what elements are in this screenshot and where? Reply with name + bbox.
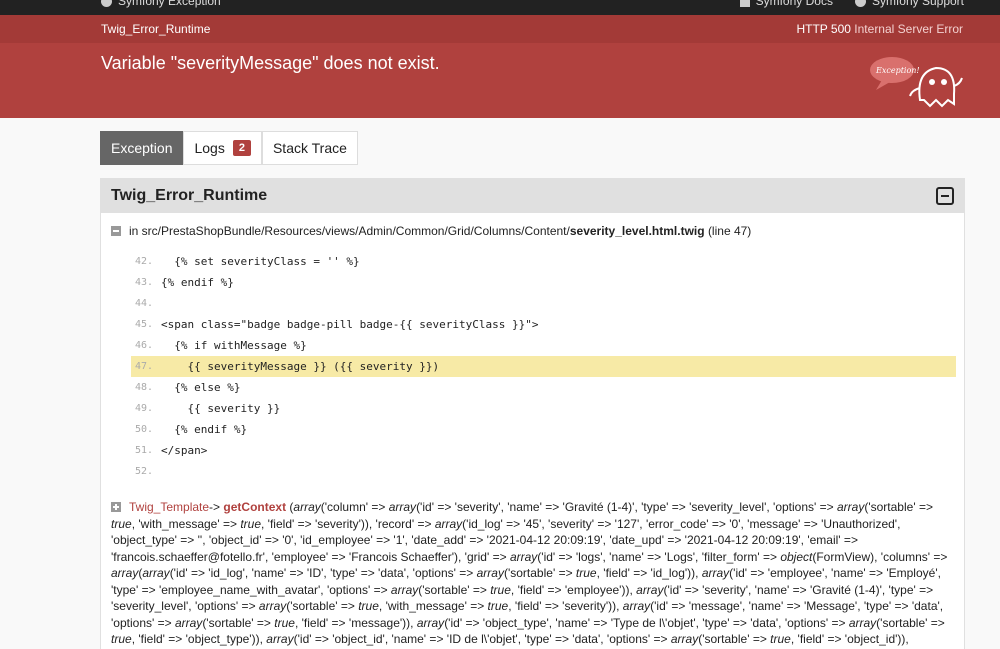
code-line: 43. {% endif %} [131,272,956,293]
code-line: 49. {{ severity }} [131,398,956,419]
trace-file: severity_level.html.twig [569,224,705,238]
support-link[interactable]: Symfony Support [854,0,964,8]
line-text: {{ severity }} [161,402,281,415]
code-line: 42. {% set severityClass = '' %} [131,251,956,272]
docs-link[interactable]: Symfony Docs [739,0,833,8]
line-number: 52. [134,466,153,477]
code-line: 44. [131,293,956,314]
code-excerpt: 42. {% set severityClass = '' %} 43. {% en… [131,251,956,482]
exception-panel: Twig_Error_Runtime in src/PrestaShopBund… [100,178,965,649]
svg-text:Exception!: Exception! [875,66,920,75]
code-line: 46. {% if withMessage %} [131,335,956,356]
exception-message: Variable "severityMessage" does not exis… [101,53,440,73]
code-line: 47. {{ severityMessage }} ({{ severity }… [131,356,956,377]
frame-arguments: (array('column' => array('id' => 'severi… [111,500,948,646]
tab-exception[interactable]: Exception [100,131,184,165]
code-line: 45. <span class="badge badge-pill badge-{… [131,314,956,335]
symfony-logo-icon [101,0,112,7]
code-line: 48. {% else %} [131,377,956,398]
code-line: 52. [131,461,956,482]
line-text: <span class="badge badge-pill badge-{{ s… [161,318,539,331]
book-icon [739,0,750,7]
top-bar: Symfony Exception Symfony Docs Symfony S… [0,0,1000,15]
http-status: HTTP 500 Internal Server Error [796,22,963,36]
tab-logs[interactable]: Logs 2 [183,131,262,165]
trace-location: in src/PrestaShopBundle/Resources/views/… [111,224,751,238]
panel-title: Twig_Error_Runtime [111,187,268,204]
line-number: 42. [134,256,153,267]
trace-frame: Twig_Template-> getContext (array('colum… [111,500,948,646]
line-number: 44. [134,298,153,309]
line-text: </span> [161,444,208,457]
code-line: 51. </span> [131,440,956,461]
line-number: 47. [134,361,153,372]
ghost-icon: Exception! [870,57,963,108]
code-line: 50. {% endif %} [131,419,956,440]
line-text: {% else %} [161,381,241,394]
exception-subheader: Twig_Error_Runtime HTTP 500 Internal Ser… [0,15,1000,43]
line-number: 49. [134,403,153,414]
lifebuoy-icon [854,0,866,7]
line-number: 50. [134,424,153,435]
expand-plus-icon[interactable] [111,502,121,512]
frame-class: Twig_Template [129,500,210,514]
line-number: 48. [134,382,153,393]
collapse-minus-icon[interactable] [111,226,121,236]
line-text: {{ severityMessage }} ({{ severity }}) [161,360,440,373]
line-number: 45. [134,319,153,330]
tab-stack-trace[interactable]: Stack Trace [261,131,358,165]
line-number: 51. [134,445,153,456]
collapse-toggle-icon[interactable] [936,187,954,205]
line-text: {% endif %} [161,276,234,289]
exception-class: Twig_Error_Runtime [101,22,211,36]
line-number: 46. [134,340,153,351]
logs-count-badge: 2 [232,140,251,156]
symfony-brand[interactable]: Symfony Exception [101,0,221,8]
line-text: {% set severityClass = '' %} [161,255,360,268]
line-text: {% endif %} [161,423,248,436]
line-text: {% if withMessage %} [161,339,307,352]
exception-header: Twig_Error_Runtime HTTP 500 Internal Ser… [0,15,1000,118]
tab-bar: Exception Logs 2 Stack Trace [100,131,358,165]
frame-method: getContext [223,500,287,514]
line-number: 43. [134,277,153,288]
panel-header: Twig_Error_Runtime [101,179,964,213]
brand-label: Symfony Exception [118,0,221,8]
